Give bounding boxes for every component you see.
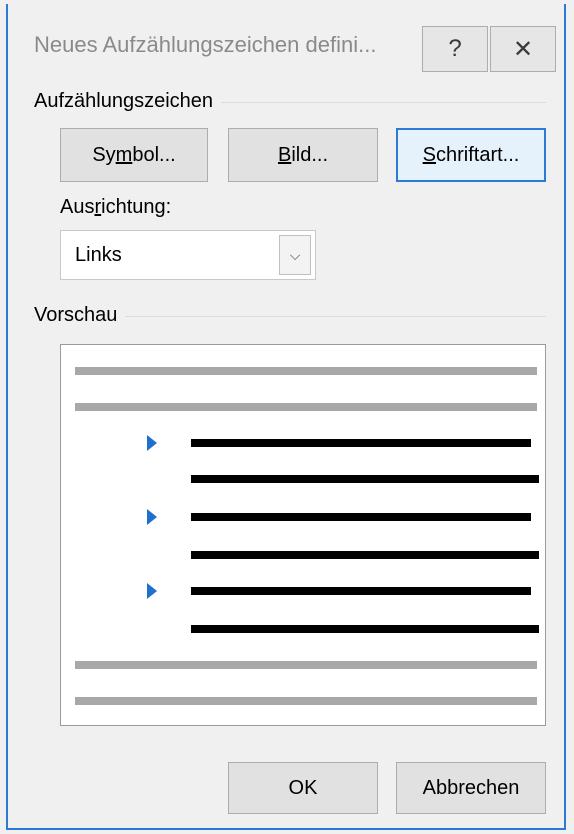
preview-list-line (191, 475, 539, 483)
close-button[interactable]: ✕ (490, 26, 556, 72)
preview-list-line (191, 439, 531, 447)
bullet-section-label: Aufzählungszeichen (34, 90, 222, 113)
symbol-button-label-part: bol... (132, 143, 176, 166)
preview-text-line (75, 403, 537, 411)
symbol-button[interactable]: Sy m bol... (60, 128, 208, 182)
preview-bullet-icon (147, 509, 157, 525)
bild-button-label-part: ild... (291, 143, 329, 166)
close-icon: ✕ (512, 35, 534, 63)
schriftart-button[interactable]: Schriftart... (396, 128, 546, 182)
dialog-title: Neues Aufzählungszeichen defini... (34, 32, 377, 57)
ok-button[interactable]: OK (228, 762, 378, 814)
define-bullet-dialog: Neues Aufzählungszeichen defini... ? ✕ A… (6, 4, 566, 830)
cancel-button[interactable]: Abbrechen (396, 762, 546, 814)
preview-list-line (191, 551, 539, 559)
alignment-select[interactable]: Links ⌵ (60, 230, 316, 280)
symbol-button-accel: m (115, 143, 133, 166)
alignment-label-part: ichtung: (101, 196, 172, 218)
schriftart-button-accel: S (422, 143, 436, 166)
bullet-preview (60, 344, 546, 726)
help-icon: ? (448, 35, 462, 62)
alignment-dropdown-button[interactable]: ⌵ (279, 235, 311, 275)
alignment-value: Links (75, 244, 122, 266)
preview-list-line (191, 625, 539, 633)
preview-text-line (75, 367, 537, 375)
preview-text-line (75, 697, 537, 705)
alignment-label: Ausrichtung: (60, 196, 171, 219)
alignment-label-part: Aus (60, 196, 95, 218)
symbol-button-label-part: Sy (92, 143, 116, 166)
preview-list-line (191, 513, 531, 521)
preview-section-label: Vorschau (34, 304, 126, 327)
help-button[interactable]: ? (422, 26, 488, 72)
ok-button-label: OK (288, 776, 318, 799)
preview-list-line (191, 587, 531, 595)
bild-button[interactable]: Bild... (228, 128, 378, 182)
chevron-down-icon: ⌵ (289, 246, 301, 263)
preview-text-line (75, 661, 537, 669)
schriftart-button-label-part: chriftart... (435, 143, 520, 166)
cancel-button-label: Abbrechen (422, 776, 520, 799)
bild-button-accel: B (277, 143, 292, 166)
preview-bullet-icon (147, 435, 157, 451)
preview-bullet-icon (147, 583, 157, 599)
title-bar: Neues Aufzählungszeichen defini... ? ✕ (8, 4, 564, 84)
